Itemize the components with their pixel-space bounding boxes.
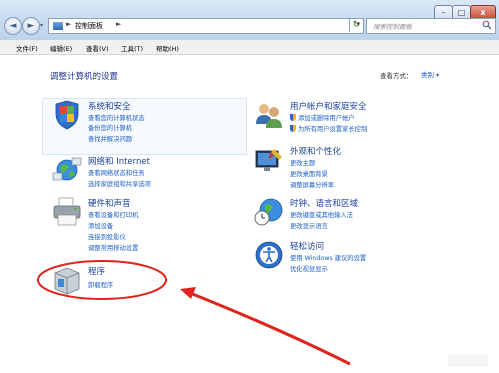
breadcrumb-control-panel[interactable]: 控制面板 (75, 21, 103, 31)
recent-pages-dropdown[interactable]: ▾ (40, 22, 43, 29)
search-icon[interactable] (482, 20, 492, 30)
menu-view[interactable]: 查看(V) (86, 43, 109, 53)
search-input[interactable]: 搜索控制面板 (366, 18, 496, 34)
annotation-circle (37, 260, 167, 300)
breadcrumb-arrow-icon[interactable]: ► (116, 20, 121, 28)
forward-button[interactable]: ► (22, 17, 40, 35)
refresh-button[interactable]: ↻ (349, 18, 363, 32)
menu-help[interactable]: 帮助(H) (156, 43, 179, 53)
title-bar: – □ x ◄ ► ▾ ► 控制面板 ► ▾ ↻ 搜索控制面板 (0, 0, 499, 41)
menu-tools[interactable]: 工具(T) (121, 43, 143, 53)
watermark-logo (448, 355, 488, 367)
breadcrumb-arrow-icon[interactable]: ► (66, 20, 71, 28)
control-panel-icon (53, 22, 63, 30)
annotation-arrow-shaft (189, 291, 351, 366)
search-placeholder: 搜索控制面板 (373, 23, 412, 31)
address-bar[interactable]: ► 控制面板 ► ▾ (48, 18, 364, 34)
content-area: 调整计算机的设置 查看方式： 类别 ▾ 系统和安全 查看您的计算机状态 备份您的计… (0, 55, 499, 373)
menu-file[interactable]: 文件(F) (16, 43, 38, 53)
back-button[interactable]: ◄ (4, 17, 22, 35)
menu-edit[interactable]: 编辑(E) (50, 43, 72, 53)
menu-bar: 文件(F) 编辑(E) 查看(V) 工具(T) 帮助(H) (0, 40, 499, 55)
control-panel-window: – □ x ◄ ► ▾ ► 控制面板 ► ▾ ↻ 搜索控制面板 文件(F) 编辑… (0, 0, 499, 373)
annotation-overlay (37, 260, 351, 366)
